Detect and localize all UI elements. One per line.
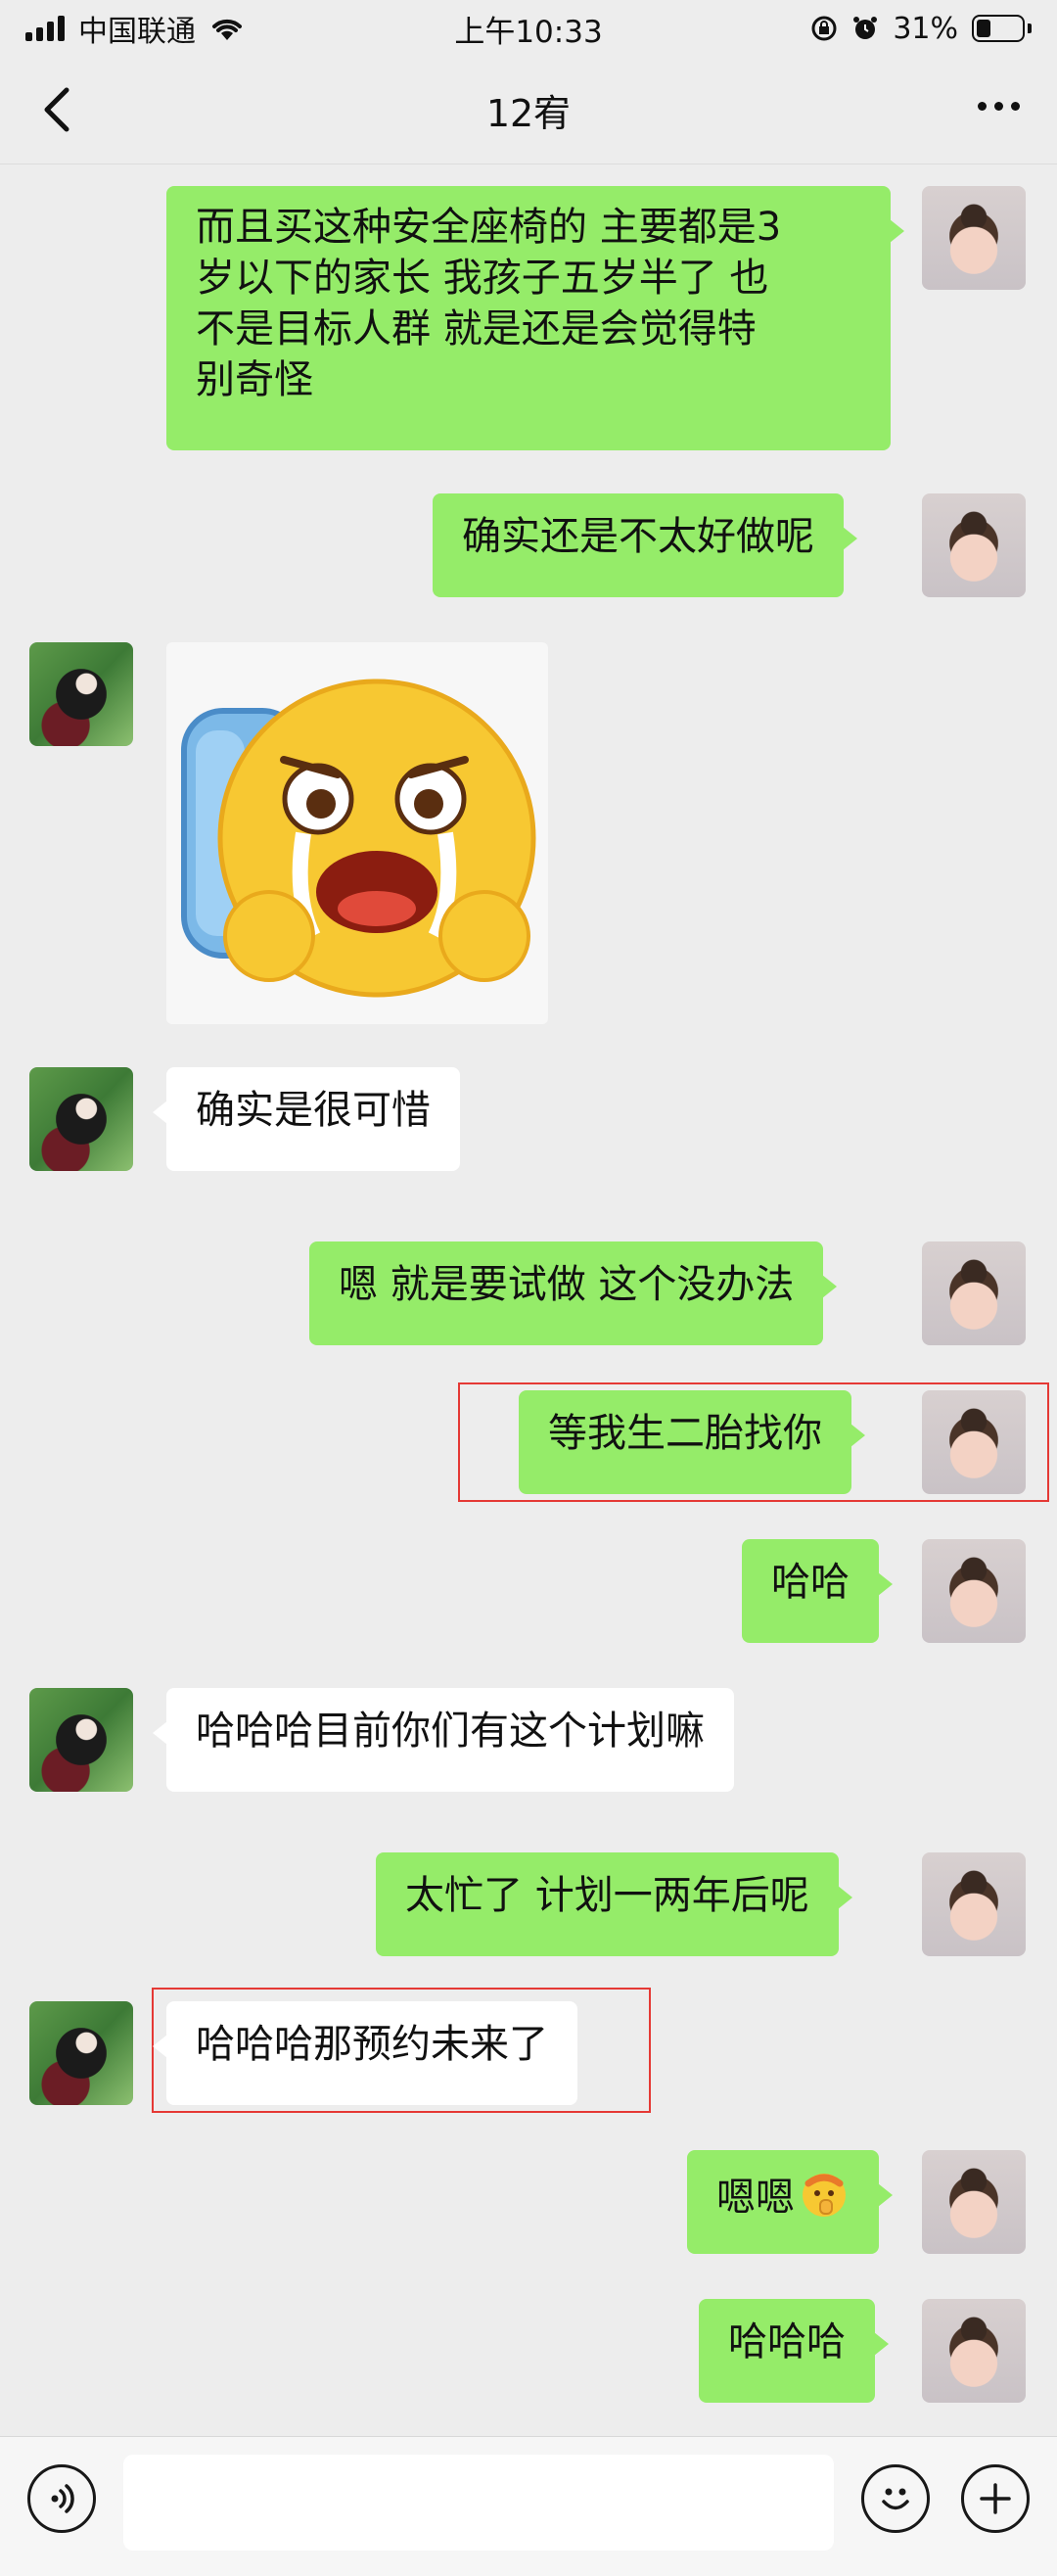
message-line: 岁以下的家长 我孩子五岁半了 也 [196, 256, 769, 301]
status-left: 中国联通 [25, 7, 245, 50]
my-avatar[interactable] [922, 493, 1026, 597]
crying-face-backpack-sticker[interactable] [166, 642, 548, 1024]
signal-icon [25, 16, 65, 41]
carrier-label: 中国联通 [78, 15, 196, 49]
my-avatar[interactable] [922, 1241, 1026, 1345]
more-button[interactable] [978, 102, 1020, 111]
my-avatar[interactable] [922, 2150, 1026, 2254]
message-bubble-received[interactable]: 哈哈哈那预约未来了 [153, 2001, 577, 2105]
rotation-lock-icon [810, 15, 838, 42]
plus-button[interactable] [961, 2464, 1030, 2533]
my-avatar[interactable] [922, 2299, 1026, 2403]
input-bar [0, 2436, 1057, 2576]
message-bubble-sent[interactable]: 太忙了 计划一两年后呢 [376, 1852, 852, 1956]
contact-avatar[interactable] [29, 1688, 133, 1792]
contact-avatar[interactable] [29, 642, 133, 746]
message-text: 嗯嗯 [716, 2175, 795, 2221]
status-time: 上午10:33 [454, 14, 603, 50]
contact-avatar[interactable] [29, 1067, 133, 1171]
message-line: 而且买这种安全座椅的 主要都是3 [196, 205, 782, 250]
status-bar: 中国联通 上午10:33 31% [0, 0, 1057, 57]
chat-title: 12宥 [485, 92, 572, 135]
more-dots-icon [978, 102, 987, 111]
emoji-icon [882, 2488, 909, 2510]
message-list: 而且买这种安全座椅的 主要都是3 岁以下的家长 我孩子五岁半了 也 不是目标人群… [0, 164, 1057, 2436]
voice-icon [51, 2484, 74, 2513]
message-line: 别奇怪 [196, 357, 313, 402]
message-bubble-sent[interactable]: 而且买这种安全座椅的 主要都是3 岁以下的家长 我孩子五岁半了 也 不是目标人群… [166, 186, 904, 450]
contact-avatar[interactable] [29, 2001, 133, 2105]
my-avatar[interactable] [922, 1539, 1026, 1643]
my-avatar[interactable] [922, 1390, 1026, 1494]
my-avatar[interactable] [922, 186, 1026, 290]
crying-face-icon [181, 679, 536, 998]
message-bubble-received[interactable]: 确实是很可惜 [153, 1067, 460, 1171]
back-button[interactable] [37, 80, 76, 139]
battery-percent: 31% [893, 11, 958, 46]
message-bubble-sent[interactable]: 等我生二胎找你 [519, 1390, 865, 1494]
voice-button[interactable] [27, 2464, 96, 2533]
battery-icon [972, 15, 1032, 42]
message-bubble-sent[interactable]: 哈哈 [742, 1539, 893, 1643]
chat-header: 12宥 [0, 57, 1057, 164]
wifi-icon [209, 15, 245, 42]
alarm-icon [851, 15, 879, 42]
my-avatar[interactable] [922, 1852, 1026, 1956]
shushing-face-emoji [799, 2168, 850, 2231]
message-bubble-received[interactable]: 哈哈哈目前你们有这个计划嘛 [153, 1688, 734, 1792]
message-line: 不是目标人群 就是还是会觉得特 [196, 306, 757, 351]
message-bubble-sent[interactable]: 嗯嗯 [687, 2150, 893, 2254]
battery-level-fill [977, 20, 990, 37]
status-right: 31% [810, 12, 1032, 46]
message-bubble-sent[interactable]: 哈哈哈 [699, 2299, 889, 2403]
message-bubble-sent[interactable]: 嗯 就是要试做 这个没办法 [309, 1241, 838, 1345]
message-input[interactable] [123, 2455, 834, 2551]
plus-icon [980, 2483, 1011, 2514]
message-bubble-sent[interactable]: 确实还是不太好做呢 [433, 493, 857, 597]
chevron-left-icon [44, 87, 69, 132]
emoji-button[interactable] [861, 2464, 930, 2533]
